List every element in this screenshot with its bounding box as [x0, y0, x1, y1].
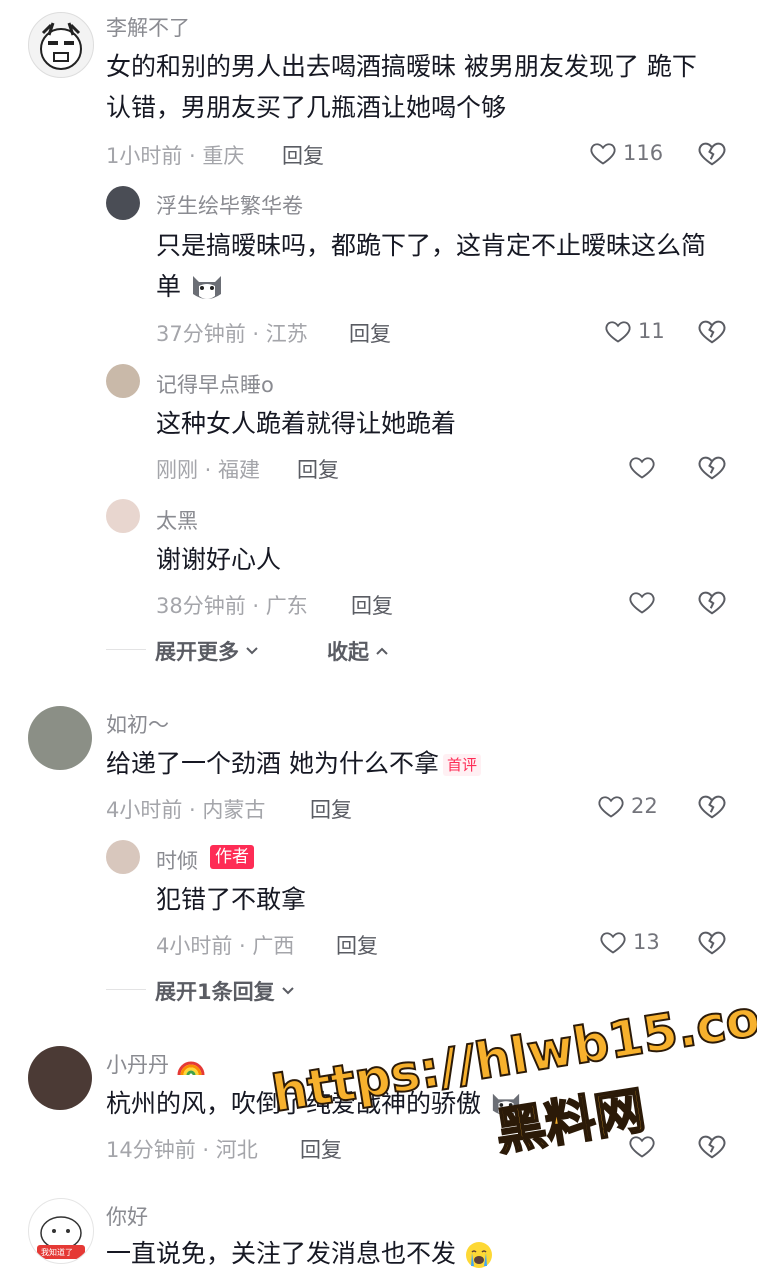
- heart-icon: [629, 457, 655, 479]
- like-count: 22: [631, 794, 658, 818]
- crying-face-emoji-icon: [465, 1242, 492, 1268]
- divider: [106, 649, 146, 650]
- comment-text: 一直说免，关注了发消息也不发: [106, 1233, 726, 1274]
- collapse-button[interactable]: 收起: [327, 636, 389, 666]
- heart-icon: [605, 321, 631, 343]
- avatar[interactable]: [28, 706, 92, 770]
- comment-text-content: 一直说免，关注了发消息也不发: [106, 1239, 457, 1268]
- dislike-broken-heart-icon[interactable]: [697, 927, 727, 957]
- comment-time-location: 刚刚 · 福建: [156, 458, 261, 482]
- comment-time-location: 14分钟前 · 河北: [106, 1138, 258, 1162]
- avatar-cartoon-face-icon: [40, 22, 82, 70]
- reply-button[interactable]: 回复: [310, 794, 352, 824]
- comment-username[interactable]: 记得早点睡o: [156, 369, 274, 399]
- comment-time-location: 37分钟前 · 江苏: [156, 322, 308, 346]
- comment-username[interactable]: 你好: [106, 1201, 148, 1231]
- like-button[interactable]: 116: [589, 138, 663, 168]
- comment-text: 给递了一个劲酒 她为什么不拿 首评: [106, 743, 726, 784]
- comment-username-text: 小丹丹: [106, 1053, 169, 1077]
- comment-text: 女的和别的男人出去喝酒搞暧昧 被男朋友发现了 跪下认错，男朋友买了几瓶酒让她喝个…: [106, 52, 697, 122]
- reply-button[interactable]: 回复: [300, 1134, 342, 1164]
- comment-time-location: 4小时前 · 广西: [156, 934, 295, 958]
- heart-icon: [629, 592, 655, 614]
- rainbow-emoji-icon: [177, 1061, 205, 1076]
- like-count: 116: [623, 141, 664, 165]
- first-comment-badge: 首评: [442, 754, 481, 776]
- avatar[interactable]: [28, 12, 94, 78]
- heart-icon: [629, 1136, 655, 1158]
- reply-button[interactable]: 回复: [282, 140, 324, 170]
- avatar[interactable]: [28, 1046, 92, 1110]
- like-button[interactable]: 13: [599, 927, 660, 957]
- like-count: 11: [638, 319, 665, 343]
- comment-text-content: 给递了一个劲酒 她为什么不拿: [106, 749, 439, 778]
- comment-text-content: 只是搞暧昧吗，都跪下了，这肯定不止暧昧这么简单: [156, 231, 707, 301]
- expand-replies-label: 展开1条回复: [155, 980, 275, 1004]
- dislike-broken-heart-icon[interactable]: [697, 587, 727, 617]
- like-count: 13: [633, 930, 660, 954]
- avatar[interactable]: 我知道了: [28, 1198, 94, 1264]
- avatar-caption: 我知道了: [41, 1248, 73, 1257]
- like-button[interactable]: [628, 1131, 656, 1161]
- heart-icon: [590, 143, 616, 165]
- comment-username[interactable]: 如初～: [106, 709, 169, 739]
- chevron-down-icon: [281, 987, 294, 995]
- dislike-broken-heart-icon[interactable]: [697, 138, 727, 168]
- like-button[interactable]: 22: [597, 791, 658, 821]
- like-button[interactable]: [628, 452, 656, 482]
- avatar[interactable]: [106, 186, 140, 220]
- comment-text: 只是搞暧昧吗，都跪下了，这肯定不止暧昧这么简单: [156, 225, 726, 307]
- husky-emoji-icon: [192, 276, 221, 299]
- comment-text-content: 杭州的风，吹倒了纯爱战神的骄傲: [106, 1089, 482, 1118]
- heart-icon: [600, 932, 626, 954]
- dislike-broken-heart-icon[interactable]: [697, 316, 727, 346]
- comment-username[interactable]: 太黑: [156, 505, 198, 535]
- comment-username[interactable]: 小丹丹: [106, 1049, 206, 1079]
- dislike-broken-heart-icon[interactable]: [697, 1131, 727, 1161]
- dislike-broken-heart-icon[interactable]: [697, 452, 727, 482]
- chevron-down-icon: [246, 647, 258, 655]
- comment-time-location: 4小时前 · 内蒙古: [106, 798, 266, 822]
- comment-text: 谢谢好心人: [156, 545, 282, 574]
- collapse-label: 收起: [327, 640, 369, 664]
- husky-emoji-icon: [492, 1093, 520, 1116]
- comment-username[interactable]: 李解不了: [106, 12, 190, 42]
- comment-time-location: 38分钟前 · 广东: [156, 594, 308, 618]
- avatar[interactable]: [106, 840, 140, 874]
- reply-button[interactable]: 回复: [349, 318, 391, 348]
- reply-button[interactable]: 回复: [336, 930, 378, 960]
- reply-button[interactable]: 回复: [351, 590, 393, 620]
- expand-more-button[interactable]: 展开更多: [155, 636, 259, 666]
- comment-username[interactable]: 浮生绘毕繁华卷: [156, 190, 303, 220]
- comment-text: 这种女人跪着就得让她跪着: [156, 409, 457, 438]
- comment-text: 杭州的风，吹倒了纯爱战神的骄傲: [106, 1083, 726, 1124]
- comment-username[interactable]: 时倾: [156, 845, 198, 875]
- heart-icon: [598, 796, 624, 818]
- avatar[interactable]: [106, 499, 140, 533]
- expand-replies-button[interactable]: 展开1条回复: [155, 976, 295, 1006]
- divider: [106, 989, 146, 990]
- comment-time-location: 1小时前 · 重庆: [106, 144, 245, 168]
- dislike-broken-heart-icon[interactable]: [697, 791, 727, 821]
- reply-button[interactable]: 回复: [297, 454, 339, 484]
- avatar[interactable]: [106, 364, 140, 398]
- like-button[interactable]: [628, 587, 656, 617]
- author-badge: 作者: [210, 845, 254, 869]
- chevron-up-icon: [376, 647, 388, 655]
- comment-text: 犯错了不敢拿: [156, 885, 307, 914]
- expand-more-label: 展开更多: [155, 640, 239, 664]
- like-button[interactable]: 11: [604, 316, 665, 346]
